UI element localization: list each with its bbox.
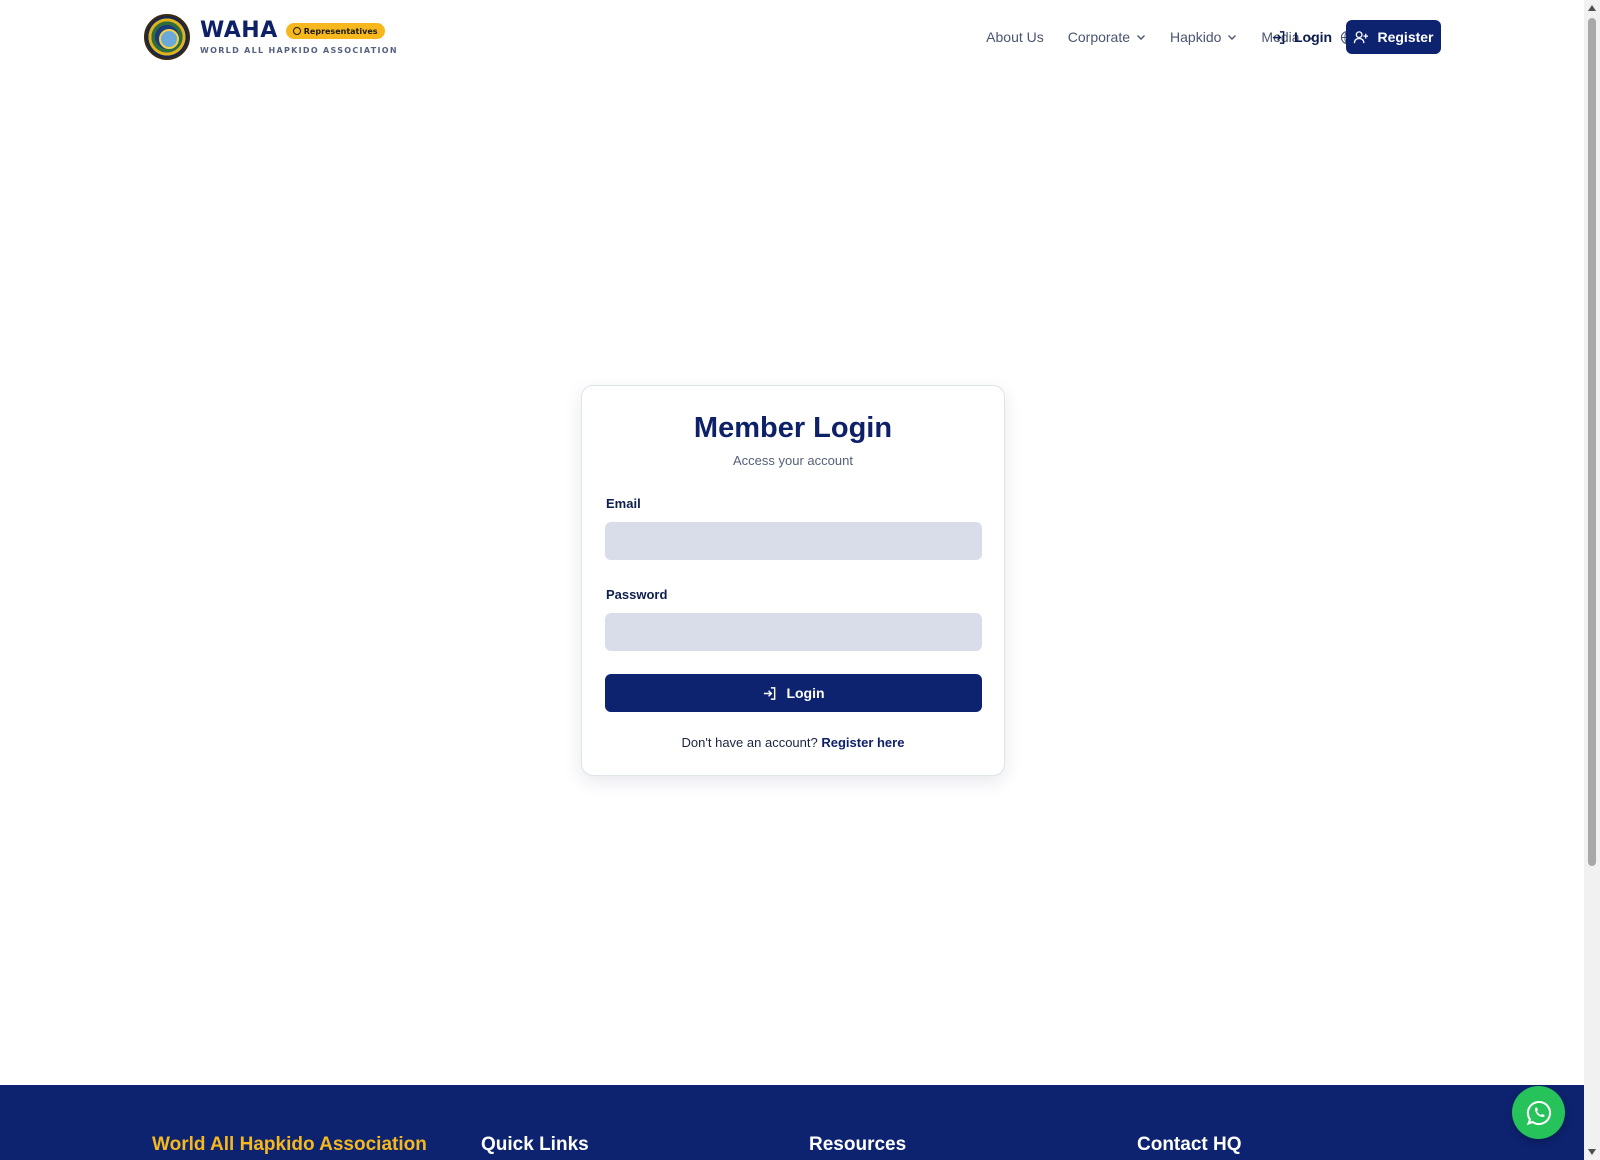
member-login-card: Member Login Access your account Email P… bbox=[581, 385, 1005, 776]
badge-label: Representatives bbox=[303, 26, 378, 36]
chevron-down-icon bbox=[1228, 35, 1237, 40]
main-nav: About Us Corporate Hapkido Media EN bbox=[986, 20, 1396, 54]
login-arrow-icon bbox=[1272, 30, 1285, 44]
page-scrollbar[interactable] bbox=[1584, 0, 1600, 1160]
whatsapp-chat-button[interactable] bbox=[1512, 1086, 1565, 1139]
email-label: Email bbox=[606, 496, 641, 511]
header-login-link[interactable]: Login bbox=[1271, 20, 1332, 54]
whatsapp-icon bbox=[1526, 1100, 1551, 1125]
password-field[interactable] bbox=[605, 613, 982, 651]
representatives-badge: Representatives bbox=[285, 23, 385, 39]
nav-item-label: About Us bbox=[986, 29, 1044, 45]
register-prompt: Don't have an account? Register here bbox=[582, 735, 1004, 750]
site-footer: World All Hapkido Association Quick Link… bbox=[0, 1085, 1584, 1160]
chevron-down-icon bbox=[1137, 35, 1146, 40]
header-login-label: Login bbox=[1294, 29, 1333, 45]
footer-brand-heading: World All Hapkido Association bbox=[152, 1134, 427, 1155]
nav-item-hapkido[interactable]: Hapkido bbox=[1170, 29, 1237, 45]
header-register-button[interactable]: Register bbox=[1346, 20, 1441, 54]
login-submit-label: Login bbox=[786, 685, 825, 701]
scroll-up-arrow[interactable] bbox=[1584, 0, 1600, 16]
brand-logo-link[interactable]: WAHA Representatives WORLD ALL HAPKIDO A… bbox=[144, 14, 398, 60]
scroll-down-icon bbox=[1588, 1149, 1596, 1155]
nav-item-label: Hapkido bbox=[1170, 29, 1222, 45]
password-label: Password bbox=[606, 587, 668, 602]
footer-contact-heading: Contact HQ bbox=[1137, 1134, 1242, 1155]
nav-item-label: Corporate bbox=[1067, 29, 1131, 45]
login-arrow-icon bbox=[764, 686, 776, 700]
user-plus-icon bbox=[1354, 30, 1369, 43]
brand-name: WAHA bbox=[200, 18, 278, 43]
login-title: Member Login bbox=[693, 412, 893, 444]
footer-resources-heading: Resources bbox=[809, 1134, 907, 1155]
nav-item-corporate[interactable]: Corporate bbox=[1068, 29, 1146, 45]
scroll-down-arrow[interactable] bbox=[1584, 1144, 1600, 1160]
brand-text: WAHA Representatives WORLD ALL HAPKIDO A… bbox=[200, 18, 398, 56]
email-field[interactable] bbox=[605, 522, 982, 560]
brand-subtitle: WORLD ALL HAPKIDO ASSOCIATION bbox=[200, 46, 398, 55]
login-subtitle: Access your account bbox=[733, 453, 853, 468]
site-header: WAHA Representatives WORLD ALL HAPKIDO A… bbox=[0, 0, 1584, 76]
no-account-text: Don't have an account? bbox=[681, 735, 818, 750]
login-submit-button[interactable]: Login bbox=[605, 674, 982, 712]
scroll-up-icon bbox=[1588, 5, 1596, 11]
scroll-thumb[interactable] bbox=[1588, 18, 1596, 866]
footer-quick-links-heading: Quick Links bbox=[481, 1134, 589, 1155]
nav-item-about[interactable]: About Us bbox=[986, 29, 1044, 45]
waha-seal-logo bbox=[144, 14, 190, 60]
register-here-link[interactable]: Register here bbox=[821, 735, 904, 750]
badge-check-icon bbox=[292, 27, 301, 35]
header-register-label: Register bbox=[1377, 29, 1434, 45]
